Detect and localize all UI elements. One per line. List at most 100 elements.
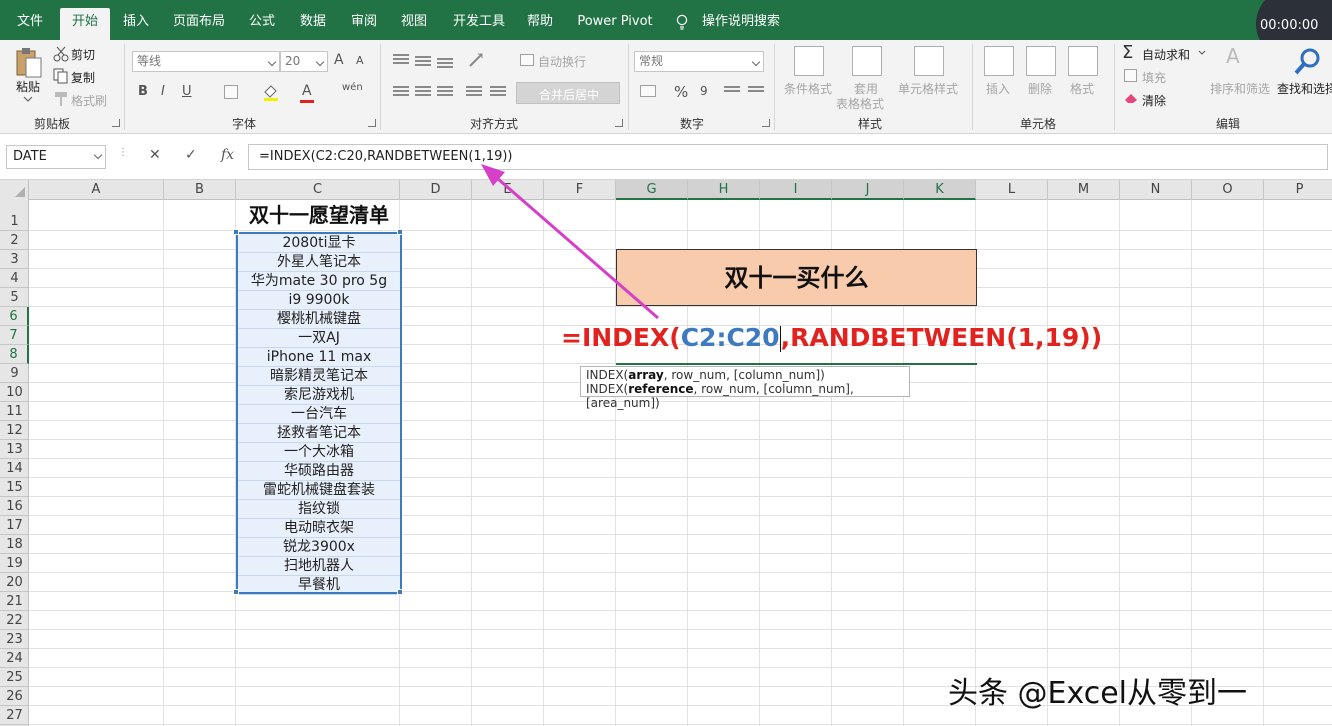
font-name-select[interactable]: 等线 xyxy=(132,51,280,72)
wishlist-item[interactable]: 樱桃机械键盘 xyxy=(238,310,400,329)
in-cell-formula[interactable]: =INDEX(C2:C20,RANDBETWEEN(1,19)) xyxy=(561,318,1102,358)
shrink-font-button[interactable]: A xyxy=(356,54,364,67)
name-box[interactable]: DATE xyxy=(6,145,106,169)
row-header-10[interactable]: 10 xyxy=(0,383,29,402)
wishlist-item[interactable]: 扫地机器人 xyxy=(238,557,400,576)
align-middle-icon[interactable] xyxy=(415,56,431,68)
row-header-13[interactable]: 13 xyxy=(0,440,29,459)
find-select-button[interactable]: 查找和选择 xyxy=(1277,80,1332,97)
wishlist-item[interactable]: 早餐机 xyxy=(238,576,400,595)
paste-button[interactable]: 粘贴 xyxy=(16,78,40,95)
wishlist-item[interactable]: 华硕路由器 xyxy=(238,462,400,481)
column-header-b[interactable]: B xyxy=(164,180,236,200)
underline-button[interactable]: U xyxy=(182,84,192,99)
column-header-l[interactable]: L xyxy=(976,180,1048,200)
clipboard-launcher-icon[interactable] xyxy=(112,119,120,127)
number-format-select[interactable]: 常规 xyxy=(634,51,764,72)
tab-review[interactable]: 审阅 xyxy=(342,8,386,40)
tab-power-pivot[interactable]: Power Pivot xyxy=(570,8,660,40)
range-handle[interactable] xyxy=(233,589,239,595)
decrease-indent-icon[interactable] xyxy=(466,86,482,98)
wishlist-item[interactable]: iPhone 11 max xyxy=(238,348,400,367)
tab-developer[interactable]: 开发工具 xyxy=(446,8,512,40)
row-header-2[interactable]: 2 xyxy=(0,231,29,250)
decrease-decimal-icon[interactable] xyxy=(748,86,764,98)
wishlist-item[interactable]: 电动晾衣架 xyxy=(238,519,400,538)
column-header-p[interactable]: P xyxy=(1264,180,1332,200)
comma-button[interactable]: 9 xyxy=(700,84,708,98)
row-header-27[interactable]: 27 xyxy=(0,706,29,725)
column-header-h[interactable]: H xyxy=(688,180,760,200)
fill-button[interactable]: 填充 xyxy=(1142,69,1166,86)
bold-button[interactable]: B xyxy=(138,84,148,99)
column-header-d[interactable]: D xyxy=(400,180,472,200)
format-cells-button[interactable]: 格式 xyxy=(1070,80,1094,97)
column-header-j[interactable]: J xyxy=(832,180,904,200)
fill-color-icon[interactable] xyxy=(262,83,280,101)
wishlist-range[interactable]: 2080ti显卡 外星人笔记本 华为mate 30 pro 5g i9 9900k 樱桃… xyxy=(236,232,402,595)
wishlist-title[interactable]: 双十一愿望清单 xyxy=(237,198,401,231)
format-as-table-line2[interactable]: 表格格式 xyxy=(836,95,884,112)
align-top-icon[interactable] xyxy=(393,54,409,66)
range-handle[interactable] xyxy=(397,229,403,235)
row-header-9[interactable]: 9 xyxy=(0,364,29,383)
number-launcher-icon[interactable] xyxy=(762,119,770,127)
row-header-12[interactable]: 12 xyxy=(0,421,29,440)
row-header-15[interactable]: 15 xyxy=(0,478,29,497)
cell-styles-button[interactable]: 单元格样式 xyxy=(898,80,958,97)
autosum-button[interactable]: 自动求和 xyxy=(1142,46,1190,63)
tab-view[interactable]: 视图 xyxy=(392,8,436,40)
font-launcher-icon[interactable] xyxy=(368,119,376,127)
tab-help[interactable]: 帮助 xyxy=(518,8,562,40)
tab-page-layout[interactable]: 页面布局 xyxy=(166,8,232,40)
currency-icon[interactable] xyxy=(640,85,656,97)
select-all-button[interactable] xyxy=(0,180,29,200)
clear-button[interactable]: 清除 xyxy=(1142,92,1166,109)
cancel-edit-button[interactable]: ✕ xyxy=(149,147,161,163)
alignment-launcher-icon[interactable] xyxy=(615,119,623,127)
row-header-8[interactable]: 8 xyxy=(0,345,29,364)
row-header-5[interactable]: 5 xyxy=(0,288,29,307)
column-header-g[interactable]: G xyxy=(616,180,688,200)
orientation-icon[interactable] xyxy=(468,52,488,68)
tab-file[interactable]: 文件 xyxy=(8,8,52,40)
tooltip-line-reference[interactable]: INDEX(reference, row_num, [column_num], … xyxy=(586,382,904,410)
increase-decimal-icon[interactable] xyxy=(724,86,740,98)
row-header-3[interactable]: 3 xyxy=(0,250,29,269)
confirm-edit-button[interactable]: ✓ xyxy=(185,147,197,163)
align-left-icon[interactable] xyxy=(393,86,409,98)
column-header-a[interactable]: A xyxy=(29,180,164,200)
column-header-n[interactable]: N xyxy=(1120,180,1192,200)
sort-filter-button[interactable]: 排序和筛选 xyxy=(1210,80,1270,97)
range-handle[interactable] xyxy=(233,229,239,235)
wishlist-item[interactable]: 外星人笔记本 xyxy=(238,253,400,272)
wishlist-item[interactable]: 一双AJ xyxy=(238,329,400,348)
column-header-e[interactable]: E xyxy=(472,180,544,200)
borders-icon[interactable] xyxy=(224,85,238,99)
row-header-17[interactable]: 17 xyxy=(0,516,29,535)
row-header-1[interactable]: 1 xyxy=(0,200,29,231)
italic-button[interactable]: I xyxy=(161,84,165,99)
column-header-f[interactable]: F xyxy=(544,180,616,200)
grow-font-button[interactable]: A xyxy=(334,52,344,68)
column-header-k[interactable]: K xyxy=(904,180,976,200)
wishlist-item[interactable]: i9 9900k xyxy=(238,291,400,310)
tell-me-search[interactable]: 操作说明搜索 xyxy=(696,8,786,40)
merged-title-cell[interactable]: 双十一买什么 xyxy=(616,249,977,306)
wrap-text-button[interactable]: 自动换行 xyxy=(538,53,586,70)
phonetic-button[interactable]: wén xyxy=(342,82,363,93)
row-header-24[interactable]: 24 xyxy=(0,649,29,668)
row-header-21[interactable]: 21 xyxy=(0,592,29,611)
column-header-i[interactable]: I xyxy=(760,180,832,200)
column-header-m[interactable]: M xyxy=(1048,180,1120,200)
paste-dropdown-icon[interactable] xyxy=(18,96,38,102)
row-header-4[interactable]: 4 xyxy=(0,269,29,288)
tab-home[interactable]: 开始 xyxy=(60,8,110,40)
wishlist-item[interactable]: 华为mate 30 pro 5g xyxy=(238,272,400,291)
conditional-format-button[interactable]: 条件格式 xyxy=(784,80,832,97)
row-header-16[interactable]: 16 xyxy=(0,497,29,516)
column-header-o[interactable]: O xyxy=(1192,180,1264,200)
delete-cells-button[interactable]: 删除 xyxy=(1028,80,1052,97)
row-header-18[interactable]: 18 xyxy=(0,535,29,554)
align-right-icon[interactable] xyxy=(437,86,453,98)
